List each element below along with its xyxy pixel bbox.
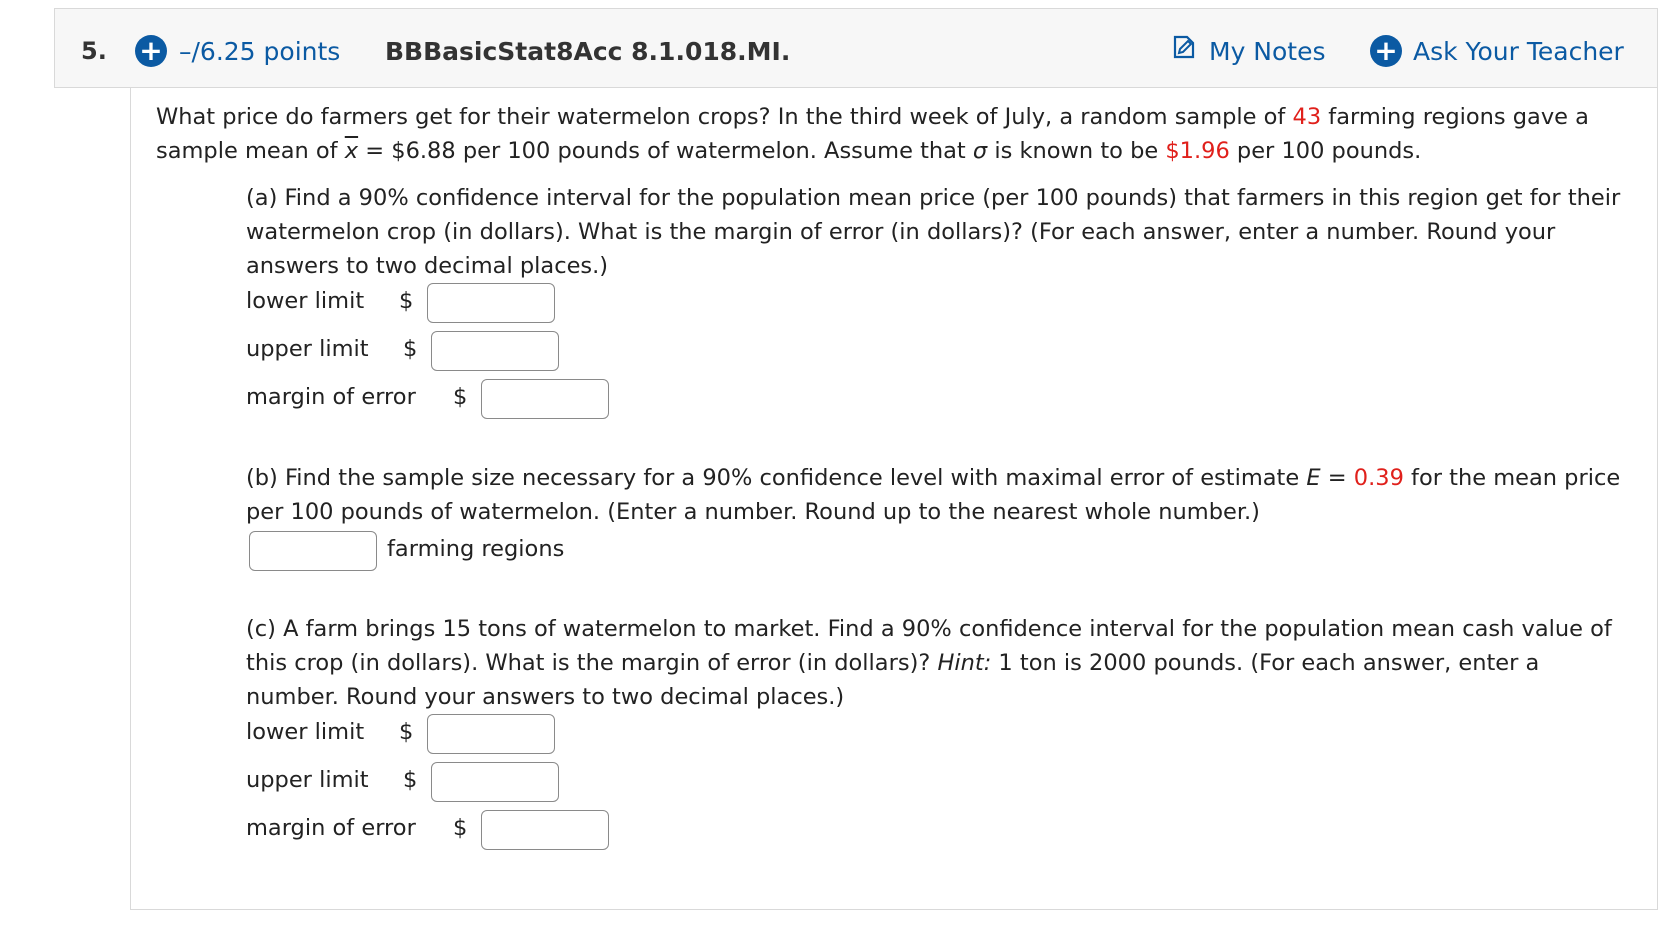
upper-limit-label: upper limit (246, 767, 369, 793)
farming-regions-label: farming regions (387, 536, 565, 562)
e-symbol: E (1306, 465, 1321, 491)
plus-icon[interactable]: + (135, 35, 167, 67)
upper-limit-label: upper limit (246, 336, 369, 362)
margin-of-error-label: margin of error (246, 384, 416, 410)
e-value: 0.39 (1353, 465, 1404, 491)
points-label: –/6.25 points (179, 37, 341, 66)
intro-line-1: What price do farmers get for their wate… (156, 104, 1589, 130)
part-b-sample-size-input[interactable] (249, 531, 377, 571)
part-b-line-2: per 100 pounds of watermelon. (Enter a n… (246, 499, 1260, 525)
question-id: BBBasicStat8Acc 8.1.018.MI. (385, 37, 791, 66)
currency-symbol: $ (453, 815, 468, 841)
part-a-line-3: answers to two decimal places.) (246, 253, 609, 279)
margin-of-error-label: margin of error (246, 815, 416, 841)
question-body: What price do farmers get for their wate… (130, 88, 1658, 910)
my-notes-link[interactable]: My Notes (1173, 35, 1326, 66)
part-c-line-1: (c) A farm brings 15 tons of watermelon … (246, 616, 1612, 642)
currency-symbol: $ (399, 288, 414, 314)
sample-size-value: 43 (1292, 104, 1322, 130)
sigma-symbol: σ (972, 138, 988, 164)
part-a-margin-of-error-input[interactable] (481, 379, 609, 419)
part-c-lower-limit-input[interactable] (427, 714, 555, 754)
question-header: 5. + –/6.25 points BBBasicStat8Acc 8.1.0… (54, 8, 1658, 88)
hint-label: Hint: (937, 650, 992, 676)
part-b-line-1: (b) Find the sample size necessary for a… (246, 465, 1621, 491)
currency-symbol: $ (453, 384, 468, 410)
my-notes-label: My Notes (1209, 37, 1326, 66)
part-a-line-2: watermelon crop (in dollars). What is th… (246, 219, 1556, 245)
currency-symbol: $ (403, 767, 418, 793)
currency-symbol: $ (403, 336, 418, 362)
ask-teacher-link[interactable]: Ask Your Teacher (1413, 37, 1624, 66)
question-number: 5. (81, 37, 107, 65)
part-c-upper-limit-input[interactable] (431, 762, 559, 802)
lower-limit-label: lower limit (246, 719, 365, 745)
xbar-symbol: x (344, 138, 359, 164)
note-icon (1173, 35, 1195, 65)
currency-symbol: $ (399, 719, 414, 745)
part-c-line-3: number. Round your answers to two decima… (246, 684, 845, 710)
lower-limit-label: lower limit (246, 288, 365, 314)
part-a-lower-limit-input[interactable] (427, 283, 555, 323)
sigma-value: $1.96 (1165, 138, 1230, 164)
part-c-line-2: this crop (in dollars). What is the marg… (246, 650, 1540, 676)
part-c-margin-of-error-input[interactable] (481, 810, 609, 850)
plus-icon[interactable]: + (1370, 35, 1402, 67)
intro-line-2: sample mean of x = $6.88 per 100 pounds … (156, 138, 1422, 164)
part-a-line-1: (a) Find a 90% confidence interval for t… (246, 185, 1621, 211)
part-a-upper-limit-input[interactable] (431, 331, 559, 371)
